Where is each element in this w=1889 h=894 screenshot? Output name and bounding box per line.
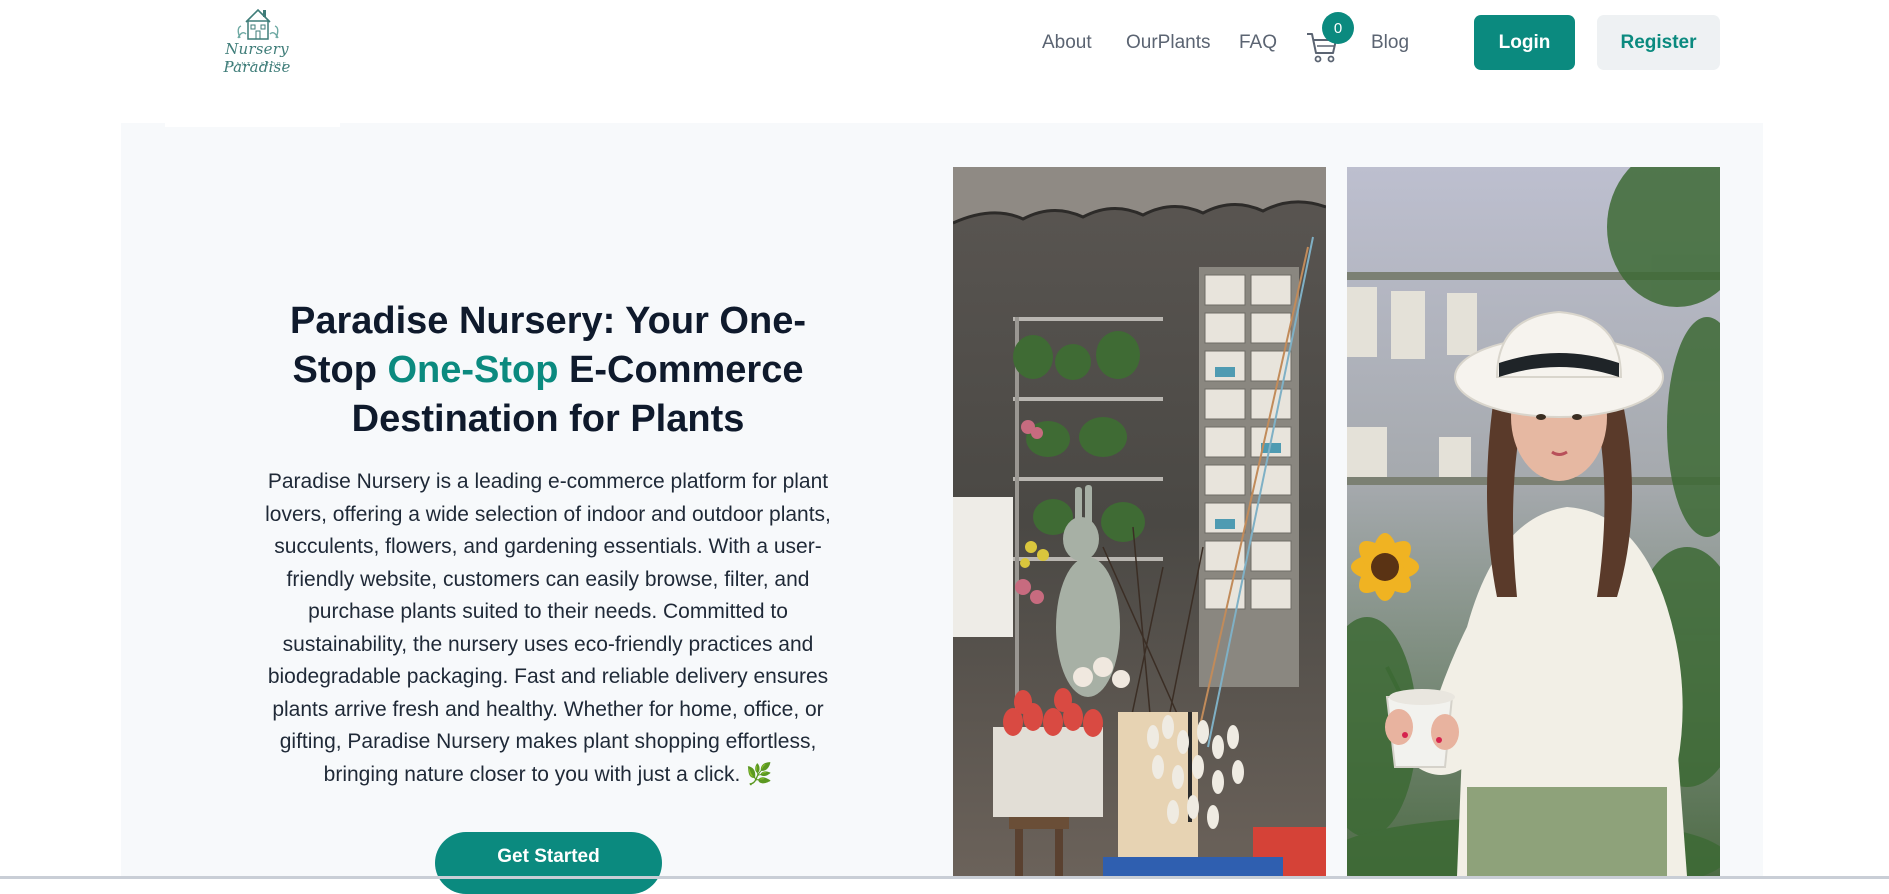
woman-sunflower-photo xyxy=(1347,167,1720,876)
register-button[interactable]: Register xyxy=(1597,15,1720,70)
nav-faq-link[interactable]: FAQ xyxy=(1239,32,1277,54)
get-started-button[interactable]: Get Started xyxy=(435,832,662,894)
brand-logo[interactable]: Nursery Paradise PLANTS STORE xyxy=(196,4,318,76)
house-logo-icon xyxy=(237,8,279,40)
nav-about-link[interactable]: About xyxy=(1042,32,1092,54)
top-navbar: Nursery Paradise PLANTS STORE About OurP… xyxy=(0,0,1889,86)
brand-tagline: PLANTS STORE xyxy=(226,62,288,68)
hero-description: Paradise Nursery is a leading e-commerce… xyxy=(265,470,831,786)
nav-blog-link[interactable]: Blog xyxy=(1371,32,1409,54)
hero-tab-notch xyxy=(165,118,340,127)
flower-market-photo xyxy=(953,167,1326,876)
nav-ourplants-link[interactable]: OurPlants xyxy=(1126,32,1210,54)
login-button[interactable]: Login xyxy=(1474,15,1575,70)
brand-name: Nursery Paradise xyxy=(223,40,291,76)
hero-title-accent: One-Stop xyxy=(387,349,559,391)
cart-count-badge: 0 xyxy=(1322,12,1354,44)
hero-title: Paradise Nursery: Your One-Stop One-Stop… xyxy=(253,297,843,444)
